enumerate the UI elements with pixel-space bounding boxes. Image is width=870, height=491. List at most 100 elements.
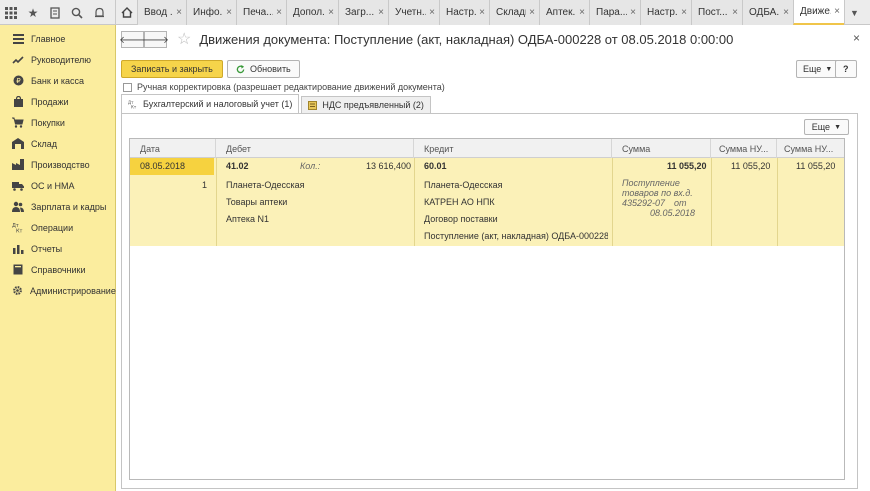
column-divider [612,158,613,246]
sidebar-item-sales[interactable]: Продажи [0,91,115,112]
factory-icon [12,159,24,171]
quantity-label: Кол.: [300,161,321,171]
history-icon[interactable] [44,0,66,25]
bag-icon [12,96,24,108]
column-divider [711,158,712,246]
column-debit[interactable]: Дебет [216,139,414,158]
bar-chart-icon [12,243,24,255]
content-line-4: 08.05.2018 [650,208,696,218]
row-sum: 11 055,20 [667,161,707,171]
refresh-button[interactable]: Обновить [227,60,300,78]
tab-7[interactable]: Настр...× [439,0,489,25]
sidebar-item-catalogs[interactable]: Справочники [0,259,115,280]
top-toolbar: ★ Ввод ...× Инфо...× Печа...× Допол...× … [0,0,870,25]
manual-edit-checkbox[interactable] [123,82,132,92]
help-button[interactable]: ? [835,60,857,78]
bell-icon[interactable] [88,0,110,25]
cart-icon [12,117,24,129]
movements-table[interactable]: Дата Дебет Кредит Сумма Сумма НУ... Сумм… [129,138,845,480]
tab-6[interactable]: Учетн...× [388,0,439,25]
tab-close-icon[interactable]: × [429,7,435,18]
tab-5[interactable]: Загр... × [338,0,388,25]
tab-vat[interactable]: НДС предъявленный (2) [301,96,431,113]
gear-icon [12,285,23,297]
tab-14-active[interactable]: Движе...× [793,0,844,25]
chevron-down-icon: ▼ [834,123,841,131]
credit-subconto-2: КАТРЕН АО НПК [424,197,495,207]
tab-close-icon[interactable]: × [378,7,384,18]
accounting-panel: Еще ▼ Дата Дебет Кредит Сумма Сумма НУ..… [121,113,858,489]
tab-close-icon[interactable]: × [732,7,738,18]
tab-close-icon[interactable]: × [276,7,282,18]
search-icon[interactable] [66,0,88,25]
tab-12[interactable]: Пост... × [691,0,742,25]
tab-4[interactable]: Допол...× [286,0,338,25]
sidebar-item-reports[interactable]: Отчеты [0,238,115,259]
warehouse-icon [12,138,24,150]
tabs-dropdown-icon[interactable]: ▼ [844,0,864,25]
tab-3[interactable]: Печа... × [236,0,286,25]
tab-close-icon[interactable]: × [226,7,232,18]
tab-8[interactable]: Склады× [489,0,539,25]
more-button[interactable]: Еще ▼ [796,60,840,78]
column-divider [216,158,217,246]
refresh-icon [236,64,245,74]
tab-10[interactable]: Пара... × [589,0,640,25]
trend-icon [12,54,24,66]
sidebar-item-warehouse[interactable]: Склад [0,133,115,154]
tab-13[interactable]: ОДБА...× [742,0,793,25]
sidebar-item-admin[interactable]: Администрирование [0,280,116,301]
tab-close-icon[interactable]: × [479,7,485,18]
column-sum-nu-2[interactable]: Сумма НУ... [777,139,844,158]
tab-9[interactable]: Аптек...× [539,0,589,25]
back-button[interactable]: 🡐 [119,31,146,48]
tab-2[interactable]: Инфо...× [186,0,236,25]
sidebar-item-purchases[interactable]: Покупки [0,112,115,133]
sidebar-item-main[interactable]: Главное [0,28,115,49]
menu-lines-icon [12,33,24,45]
content-line-2: товаров по вх.д. [622,188,693,198]
column-divider [777,158,778,246]
column-sum-nu-1[interactable]: Сумма НУ... [711,139,777,158]
tab-close-icon[interactable]: × [783,7,789,18]
close-icon[interactable]: × [853,31,860,45]
sidebar-item-production[interactable]: Производство [0,154,115,175]
credit-subconto-1: Планета-Одесская [424,180,503,190]
tab-close-icon[interactable]: × [176,7,182,18]
tab-close-icon[interactable]: × [579,7,585,18]
credit-subconto-4: Поступление (акт, накладная) ОДБА-000228… [424,231,608,241]
column-credit[interactable]: Кредит [414,139,612,158]
tab-close-icon[interactable]: × [681,7,687,18]
debit-account: 41.02 [226,161,249,171]
favorites-star-icon[interactable]: ★ [22,0,44,25]
chevron-down-icon: ▼ [825,65,833,73]
truck-icon [12,180,24,192]
apps-grid-icon[interactable] [0,0,22,25]
favorite-star-icon[interactable]: ☆ [177,31,191,48]
save-and-close-button[interactable]: Записать и закрыть [121,60,223,78]
debit-subconto-3: Аптека N1 [226,214,270,224]
tab-1[interactable]: Ввод ...× [137,0,186,25]
tab-close-icon[interactable]: × [328,7,334,18]
tab-close-icon[interactable]: × [630,7,636,18]
tab-11[interactable]: Настр...× [640,0,691,25]
home-tab-icon[interactable] [115,0,137,25]
credit-subconto-3: Договор поставки [424,214,498,224]
table-row[interactable]: 08.05.2018 1 41.02 Кол.: 13 616,400 План… [130,158,844,246]
sidebar-item-salary[interactable]: Зарплата и кадры [0,196,115,217]
column-sum[interactable]: Сумма [612,139,711,158]
credit-account: 60.01 [424,161,447,171]
sidebar-item-operations[interactable]: Дт Кт Операции [0,217,115,238]
register-icon [308,100,318,110]
coin-icon: ₽ [12,75,24,87]
column-date[interactable]: Дата [130,139,216,158]
sidebar-item-manager[interactable]: Руководителю [0,49,115,70]
grid-more-button[interactable]: Еще ▼ [803,119,849,135]
sidebar-item-bank[interactable]: ₽ Банк и касса [0,70,115,91]
sidebar-item-fixed-assets[interactable]: ОС и НМА [0,175,115,196]
forward-button[interactable]: 🡒 [142,31,169,48]
people-icon [12,201,24,213]
tab-close-icon[interactable]: × [529,7,535,18]
tab-close-icon[interactable]: × [834,6,840,17]
tab-accounting[interactable]: Дт Кт Бухгалтерский и налоговый учет (1) [121,94,300,113]
